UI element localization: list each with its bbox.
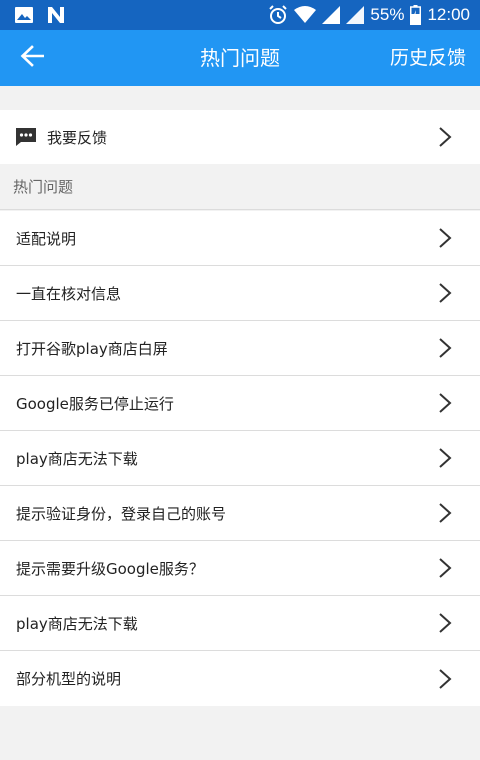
message-icon bbox=[15, 127, 37, 147]
alarm-icon bbox=[268, 5, 288, 25]
chevron-right-icon bbox=[438, 502, 452, 524]
list-item-label: 部分机型的说明 bbox=[16, 670, 122, 688]
signal-icon bbox=[322, 6, 341, 24]
list-item-label: play商店无法下载 bbox=[16, 614, 138, 633]
arrow-left-icon bbox=[20, 45, 45, 71]
n-logo-icon bbox=[46, 6, 66, 24]
battery-level: 55% bbox=[370, 5, 405, 24]
list-item-label: 打开谷歌play商店白屏 bbox=[16, 339, 168, 358]
list-item[interactable]: 适配说明 bbox=[0, 211, 480, 266]
image-icon bbox=[14, 6, 34, 24]
list-item[interactable]: 一直在核对信息 bbox=[0, 266, 480, 321]
chevron-right-icon bbox=[438, 282, 452, 304]
section-header: 热门问题 bbox=[0, 164, 480, 210]
history-feedback-button[interactable]: 历史反馈 bbox=[390, 30, 466, 86]
battery-icon bbox=[410, 5, 422, 25]
chevron-right-icon bbox=[438, 557, 452, 579]
list-item-label: 提示需要升级Google服务？ bbox=[16, 559, 204, 578]
chevron-right-icon bbox=[438, 337, 452, 359]
list-item-label: 一直在核对信息 bbox=[16, 284, 122, 303]
chevron-right-icon bbox=[438, 227, 452, 249]
list-item-label: 提示验证身份，登录自己的账号 bbox=[16, 504, 227, 523]
status-bar: 55% 12:00 bbox=[0, 0, 480, 30]
list-item-label: 适配说明 bbox=[16, 229, 77, 248]
chevron-right-icon bbox=[438, 447, 452, 469]
list-item[interactable]: play商店无法下载 bbox=[0, 596, 480, 651]
list-item-label: play商店无法下载 bbox=[16, 449, 138, 468]
chevron-right-icon bbox=[438, 612, 452, 634]
list-item[interactable]: 部分机型的说明 bbox=[0, 651, 480, 706]
feedback-entry[interactable]: 我要反馈 bbox=[0, 110, 480, 164]
list-item[interactable]: 提示需要升级Google服务？ bbox=[0, 541, 480, 596]
chevron-right-icon bbox=[438, 668, 452, 690]
faq-list: 适配说明 一直在核对信息 打开谷歌play商店白屏 Google服务已停止运行 … bbox=[0, 211, 480, 706]
list-item[interactable]: Google服务已停止运行 bbox=[0, 376, 480, 431]
feedback-entry-label: 我要反馈 bbox=[47, 128, 108, 147]
list-item[interactable]: 打开谷歌play商店白屏 bbox=[0, 321, 480, 376]
chevron-right-icon bbox=[438, 392, 452, 414]
list-item[interactable]: play商店无法下载 bbox=[0, 431, 480, 486]
list-item-label: Google服务已停止运行 bbox=[16, 394, 174, 413]
list-item[interactable]: 提示验证身份，登录自己的账号 bbox=[0, 486, 480, 541]
app-bar: 热门问题 历史反馈 bbox=[0, 30, 480, 86]
wifi-icon bbox=[294, 6, 317, 24]
back-button[interactable] bbox=[16, 42, 48, 74]
chevron-right-icon bbox=[438, 126, 452, 148]
signal-icon bbox=[346, 6, 365, 24]
clock: 12:00 bbox=[427, 5, 470, 24]
